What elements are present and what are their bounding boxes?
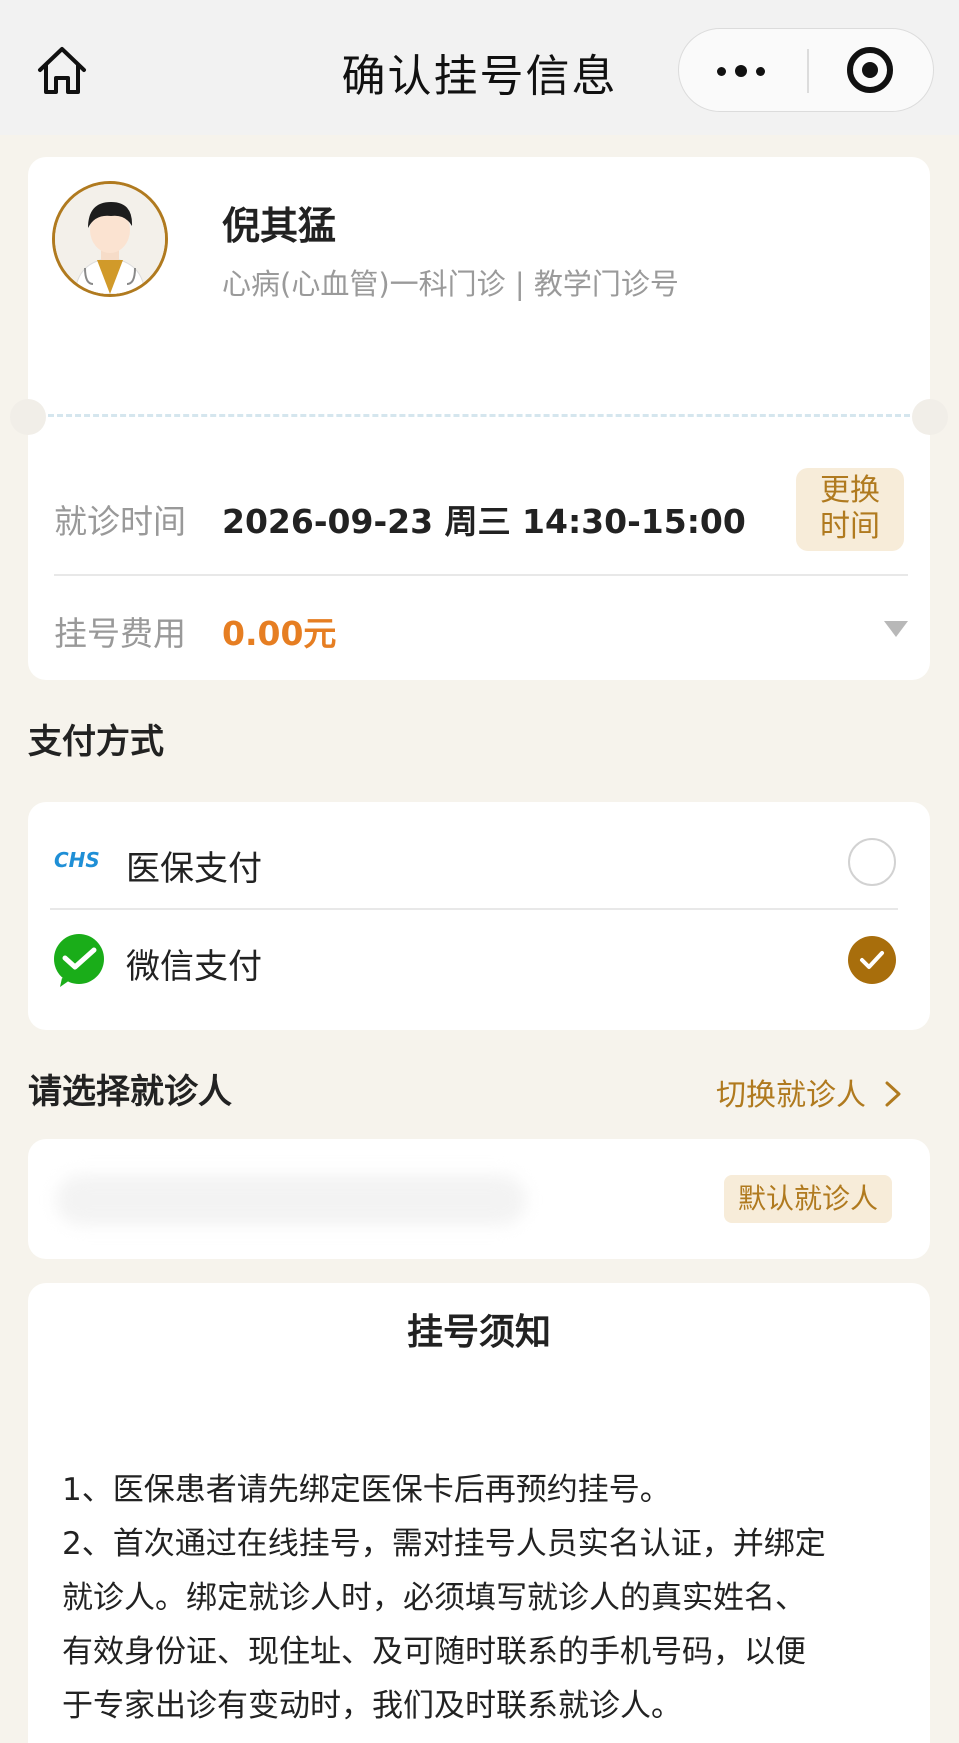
patient-section-title: 请选择就诊人 xyxy=(28,1072,232,1112)
wechat-pay-icon xyxy=(52,934,106,988)
ticket-notch-right xyxy=(912,399,948,435)
change-time-label-2: 时间 xyxy=(820,509,880,544)
payment-section-title: 支付方式 xyxy=(28,722,164,762)
fee-label: 挂号费用 xyxy=(54,614,186,653)
fee-value: 0.00元 xyxy=(222,614,337,653)
notice-line: 有效身份证、现住址、及可随时联系的手机号码，以便 xyxy=(62,1634,806,1670)
doctor-avatar xyxy=(52,181,168,297)
radio-selected-check-icon[interactable] xyxy=(848,936,896,984)
notice-line: 于专家出诊有变动时，我们及时联系就诊人。 xyxy=(62,1688,682,1724)
close-target-icon[interactable] xyxy=(807,29,935,113)
payment-label-medical-insurance: 医保支付 xyxy=(126,849,262,889)
visit-time-value: 2026-09-23 周三 14:30-15:00 xyxy=(222,502,746,541)
payment-card: CHS 医保支付 微信支付 xyxy=(28,802,930,1030)
default-patient-badge: 默认就诊人 xyxy=(724,1175,892,1223)
switch-patient-link[interactable]: 切换就诊人 xyxy=(716,1070,904,1114)
chs-icon: CHS xyxy=(52,844,108,874)
appointment-card: 倪其猛 心病(心血管)一科门诊 | 教学门诊号 就诊时间 2026-09-23 … xyxy=(10,157,948,680)
doctor-name: 倪其猛 xyxy=(222,204,337,248)
change-time-label-1: 更换 xyxy=(820,473,880,508)
visit-time-label: 就诊时间 xyxy=(54,502,186,541)
notice-body: 1、医保患者请先绑定医保卡后再预约挂号。 2、首次通过在线挂号，需对挂号人员实名… xyxy=(62,1463,912,1733)
radio-unselected[interactable] xyxy=(848,838,896,886)
payment-option-wechat[interactable]: 微信支付 xyxy=(28,910,930,1010)
more-icon[interactable] xyxy=(679,29,807,113)
registration-notice-card: 挂号须知 1、医保患者请先绑定医保卡后再预约挂号。 2、首次通过在线挂号，需对挂… xyxy=(28,1283,930,1743)
notice-line: 2、首次通过在线挂号，需对挂号人员实名认证，并绑定 xyxy=(62,1526,826,1562)
nav-bar: 确认挂号信息 xyxy=(0,0,959,135)
notice-line: 就诊人。绑定就诊人时，必须填写就诊人的真实姓名、 xyxy=(62,1580,806,1616)
payment-label-wechat: 微信支付 xyxy=(126,947,262,987)
ticket-notch-left xyxy=(10,399,46,435)
doctor-department: 心病(心血管)一科门诊 | 教学门诊号 xyxy=(222,267,679,301)
change-time-button[interactable]: 更换 时间 xyxy=(796,468,904,551)
dashed-divider xyxy=(48,414,910,417)
row-divider xyxy=(54,574,908,576)
patient-card[interactable]: 默认就诊人 xyxy=(28,1139,930,1259)
notice-line: 1、医保患者请先绑定医保卡后再预约挂号。 xyxy=(62,1472,671,1508)
caret-down-icon[interactable] xyxy=(884,621,908,637)
svg-text:CHS: CHS xyxy=(54,848,100,872)
notice-title: 挂号须知 xyxy=(406,1312,551,1353)
mini-program-capsule xyxy=(678,28,934,112)
patient-info-blurred xyxy=(56,1175,526,1225)
chevron-right-icon xyxy=(885,1081,901,1107)
switch-patient-label: 切换就诊人 xyxy=(716,1078,866,1113)
payment-option-medical-insurance[interactable]: CHS 医保支付 xyxy=(28,812,930,912)
